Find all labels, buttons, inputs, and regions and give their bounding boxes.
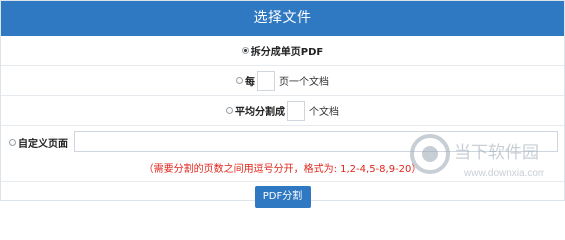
average-count-input[interactable]	[287, 100, 305, 121]
pdf-split-button[interactable]: PDF分割	[254, 185, 311, 208]
option-row-custom: 自定义页面	[1, 126, 564, 159]
label-average: 平均分割成	[235, 107, 285, 118]
split-panel: 选择文件 拆分成单页PDF 每 页一个文档 平均分割成 个文档 自定义页面 （需…	[0, 0, 565, 208]
label-every: 每	[245, 77, 255, 88]
option-row-every: 每 页一个文档	[1, 66, 564, 96]
label-custom: 自定义页面	[18, 139, 68, 150]
panel-title: 选择文件	[253, 10, 312, 26]
radio-split-single[interactable]	[241, 47, 249, 54]
radio-custom-pages[interactable]	[9, 139, 16, 146]
label-split-single: 拆分成单页PDF	[250, 47, 324, 58]
option-row-single: 拆分成单页PDF	[1, 36, 564, 66]
custom-pages-input[interactable]	[74, 131, 558, 152]
radio-every-n-pages[interactable]	[236, 77, 243, 84]
label-every-suffix: 页一个文档	[279, 77, 329, 88]
button-row: PDF分割	[1, 182, 564, 211]
panel-header: 选择文件	[1, 1, 564, 36]
every-pages-input[interactable]	[257, 70, 275, 91]
option-row-average: 平均分割成 个文档	[1, 96, 564, 126]
format-hint: （需要分割的页数之间用逗号分开，格式为: 1,2-4,5-8,9-20）	[1, 159, 564, 182]
radio-average-split[interactable]	[226, 107, 233, 114]
label-average-suffix: 个文档	[309, 107, 339, 118]
